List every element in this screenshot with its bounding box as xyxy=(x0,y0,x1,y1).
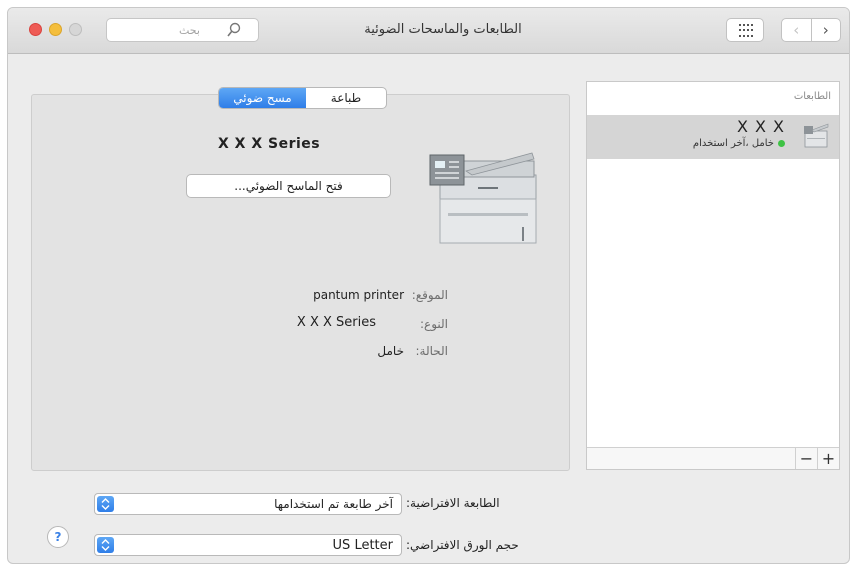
open-scanner-button[interactable]: فتح الماسح الضوئي... xyxy=(186,174,391,198)
kind-label: النوع: xyxy=(419,317,448,331)
forward-button[interactable]: › xyxy=(812,19,841,41)
kind-value: X X X Series xyxy=(296,315,376,330)
window-title: الطابعات والماسحات الضوئية xyxy=(364,22,522,37)
kind-row: النوع: X X X Series xyxy=(268,315,448,333)
tab-print[interactable]: طباعة xyxy=(306,88,386,108)
paper-size-label: حجم الورق الافتراضي: xyxy=(406,538,519,552)
popup-arrows-icon xyxy=(97,496,114,512)
close-window-button[interactable] xyxy=(29,23,42,36)
help-button[interactable]: ? xyxy=(47,526,69,548)
paper-size-popup[interactable]: US Letter xyxy=(94,534,402,556)
search-field[interactable]: بحث xyxy=(106,18,259,42)
printer-icon xyxy=(804,123,829,148)
search-placeholder: بحث xyxy=(179,24,200,37)
status-row: الحالة: خامل xyxy=(268,344,448,360)
minimize-window-button[interactable] xyxy=(49,23,62,36)
chevron-left-icon: ‹ xyxy=(793,21,800,39)
remove-printer-button[interactable]: − xyxy=(795,448,817,469)
status-label: الحالة: xyxy=(415,344,448,358)
show-all-button[interactable] xyxy=(726,18,764,42)
location-value: pantum printer xyxy=(313,288,404,302)
grid-icon xyxy=(739,24,753,38)
default-printer-value: آخر طابعة تم استخدامها xyxy=(274,497,393,511)
tab-scan[interactable]: مسح ضوئي xyxy=(219,88,306,108)
printer-name: X X X xyxy=(736,117,785,136)
printer-status-text: خامل ،آخر استخدام xyxy=(692,138,774,149)
printers-list: الطابعات X X X خامل ،آخر استخدام − + xyxy=(586,81,840,470)
default-printer-label: الطابعة الافتراضية: xyxy=(406,496,500,510)
navigation-buttons: ‹ › xyxy=(781,18,841,42)
location-row: الموقع: pantum printer xyxy=(268,288,448,304)
printers-scanners-window: بحث الطابعات والماسحات الضوئية ‹ › مسح ض… xyxy=(7,7,850,564)
zoom-window-button[interactable] xyxy=(69,23,82,36)
location-label: الموقع: xyxy=(411,288,448,302)
printer-status: خامل ،آخر استخدام xyxy=(693,138,785,149)
chevron-right-icon: › xyxy=(822,21,829,39)
status-value: خامل xyxy=(377,344,404,358)
printer-image xyxy=(429,152,537,244)
device-title: X X X Series xyxy=(218,136,321,152)
popup-arrows-icon xyxy=(97,537,114,553)
list-toolbar: − + xyxy=(587,447,839,469)
list-item[interactable]: X X X خامل ،آخر استخدام xyxy=(587,115,839,159)
title-bar: بحث الطابعات والماسحات الضوئية ‹ › xyxy=(8,8,849,54)
search-icon xyxy=(227,22,241,37)
back-button[interactable]: ‹ xyxy=(782,19,812,41)
add-printer-button[interactable]: + xyxy=(817,448,839,469)
default-printer-popup[interactable]: آخر طابعة تم استخدامها xyxy=(94,493,402,515)
details-tabs: مسح ضوئي طباعة xyxy=(218,87,387,109)
help-icon: ? xyxy=(54,530,62,544)
printers-list-header: الطابعات xyxy=(793,91,831,102)
status-dot-icon xyxy=(778,139,785,147)
paper-size-value: US Letter xyxy=(332,538,393,553)
